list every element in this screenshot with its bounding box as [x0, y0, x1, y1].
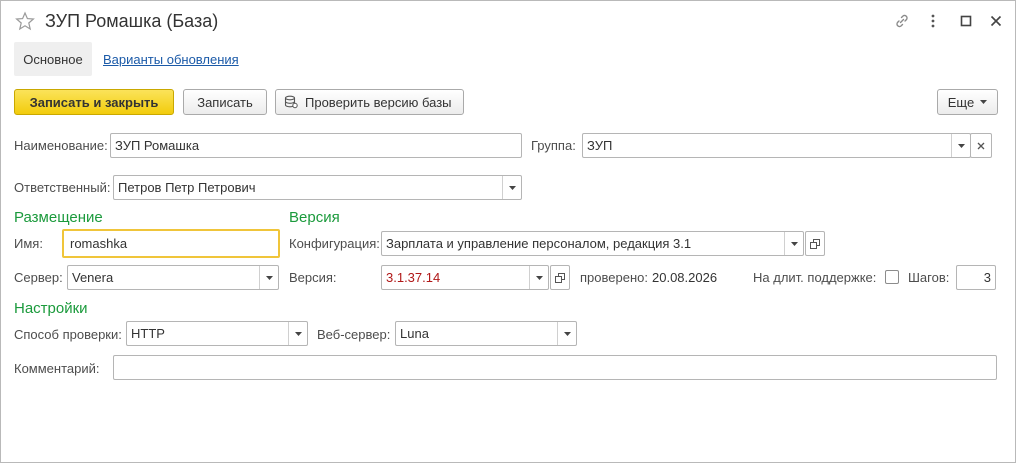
save-and-close-button[interactable]: Записать и закрыть [14, 89, 174, 115]
star-icon[interactable] [15, 11, 35, 31]
name-label: Наименование: [14, 138, 108, 153]
check-method-dropdown-icon[interactable] [288, 322, 307, 345]
server-field[interactable]: Venera [67, 265, 279, 290]
more-label: Еще [947, 94, 975, 110]
group-dropdown-icon[interactable] [951, 134, 970, 157]
group-clear-icon[interactable] [970, 133, 992, 158]
placement-name-input[interactable]: romashka [62, 229, 280, 258]
check-version-label: Проверить версию базы [305, 94, 452, 110]
checked-date: 20.08.2026 [652, 270, 718, 285]
check-method-label: Способ проверки: [14, 327, 122, 342]
responsible-value: Петров Петр Петрович [118, 180, 256, 195]
config-field[interactable]: Зарплата и управление персоналом, редакц… [381, 231, 804, 256]
server-dropdown-icon[interactable] [259, 266, 278, 289]
responsible-dropdown-icon[interactable] [502, 176, 521, 199]
steps-label: Шагов: [908, 270, 950, 285]
placement-name-value: romashka [70, 236, 128, 251]
server-label: Сервер: [14, 270, 63, 285]
steps-input[interactable]: 3 [956, 265, 996, 290]
responsible-field[interactable]: Петров Петр Петрович [113, 175, 522, 200]
check-version-button[interactable]: Проверить версию базы [275, 89, 464, 115]
save-button[interactable]: Записать [183, 89, 267, 115]
webserver-value: Luna [400, 326, 429, 341]
webserver-label: Веб-сервер: [317, 327, 391, 342]
long-support-checkbox[interactable] [885, 270, 899, 284]
check-method-value: HTTP [131, 326, 165, 341]
server-value: Venera [72, 270, 114, 285]
placement-name-label: Имя: [14, 236, 43, 251]
close-icon[interactable] [986, 11, 1006, 31]
config-value: Зарплата и управление персоналом, редакц… [386, 236, 692, 251]
version-value: 3.1.37.14 [386, 270, 441, 285]
steps-value: 3 [983, 270, 991, 285]
more-button[interactable]: Еще [937, 89, 998, 115]
version-header: Версия [289, 209, 340, 226]
version-label: Версия: [289, 270, 337, 285]
comment-input[interactable] [113, 355, 997, 380]
webserver-dropdown-icon[interactable] [557, 322, 576, 345]
config-dropdown-icon[interactable] [784, 232, 803, 255]
more-vertical-icon[interactable] [923, 11, 943, 31]
group-label: Группа: [531, 138, 576, 153]
long-support-label: На длит. поддержке: [753, 270, 877, 285]
name-field[interactable]: ЗУП Ромашка [110, 133, 522, 158]
group-field[interactable]: ЗУП [582, 133, 971, 158]
name-value: ЗУП Ромашка [115, 138, 200, 153]
tab-update-variants[interactable]: Варианты обновления [103, 52, 239, 67]
webserver-field[interactable]: Luna [395, 321, 577, 346]
config-open-icon[interactable] [805, 231, 825, 256]
placement-header: Размещение [14, 209, 103, 226]
maximize-icon[interactable] [956, 11, 976, 31]
window-title: ЗУП Ромашка (База) [45, 11, 219, 31]
comment-label: Комментарий: [14, 361, 100, 376]
database-icon [284, 95, 298, 109]
settings-header: Настройки [14, 300, 88, 317]
checked-label: проверено: [580, 270, 648, 285]
form-window: ЗУП Ромашка (База) Основное Варианты обн… [0, 0, 1016, 463]
group-value: ЗУП [587, 138, 613, 153]
chevron-down-icon [980, 100, 988, 104]
version-open-icon[interactable] [550, 265, 570, 290]
tab-main[interactable]: Основное [14, 42, 92, 76]
version-dropdown-icon[interactable] [529, 266, 548, 289]
version-field[interactable]: 3.1.37.14 [381, 265, 549, 290]
responsible-label: Ответственный: [14, 180, 111, 195]
config-label: Конфигурация: [289, 236, 380, 251]
check-method-field[interactable]: HTTP [126, 321, 308, 346]
link-icon[interactable] [892, 11, 912, 31]
